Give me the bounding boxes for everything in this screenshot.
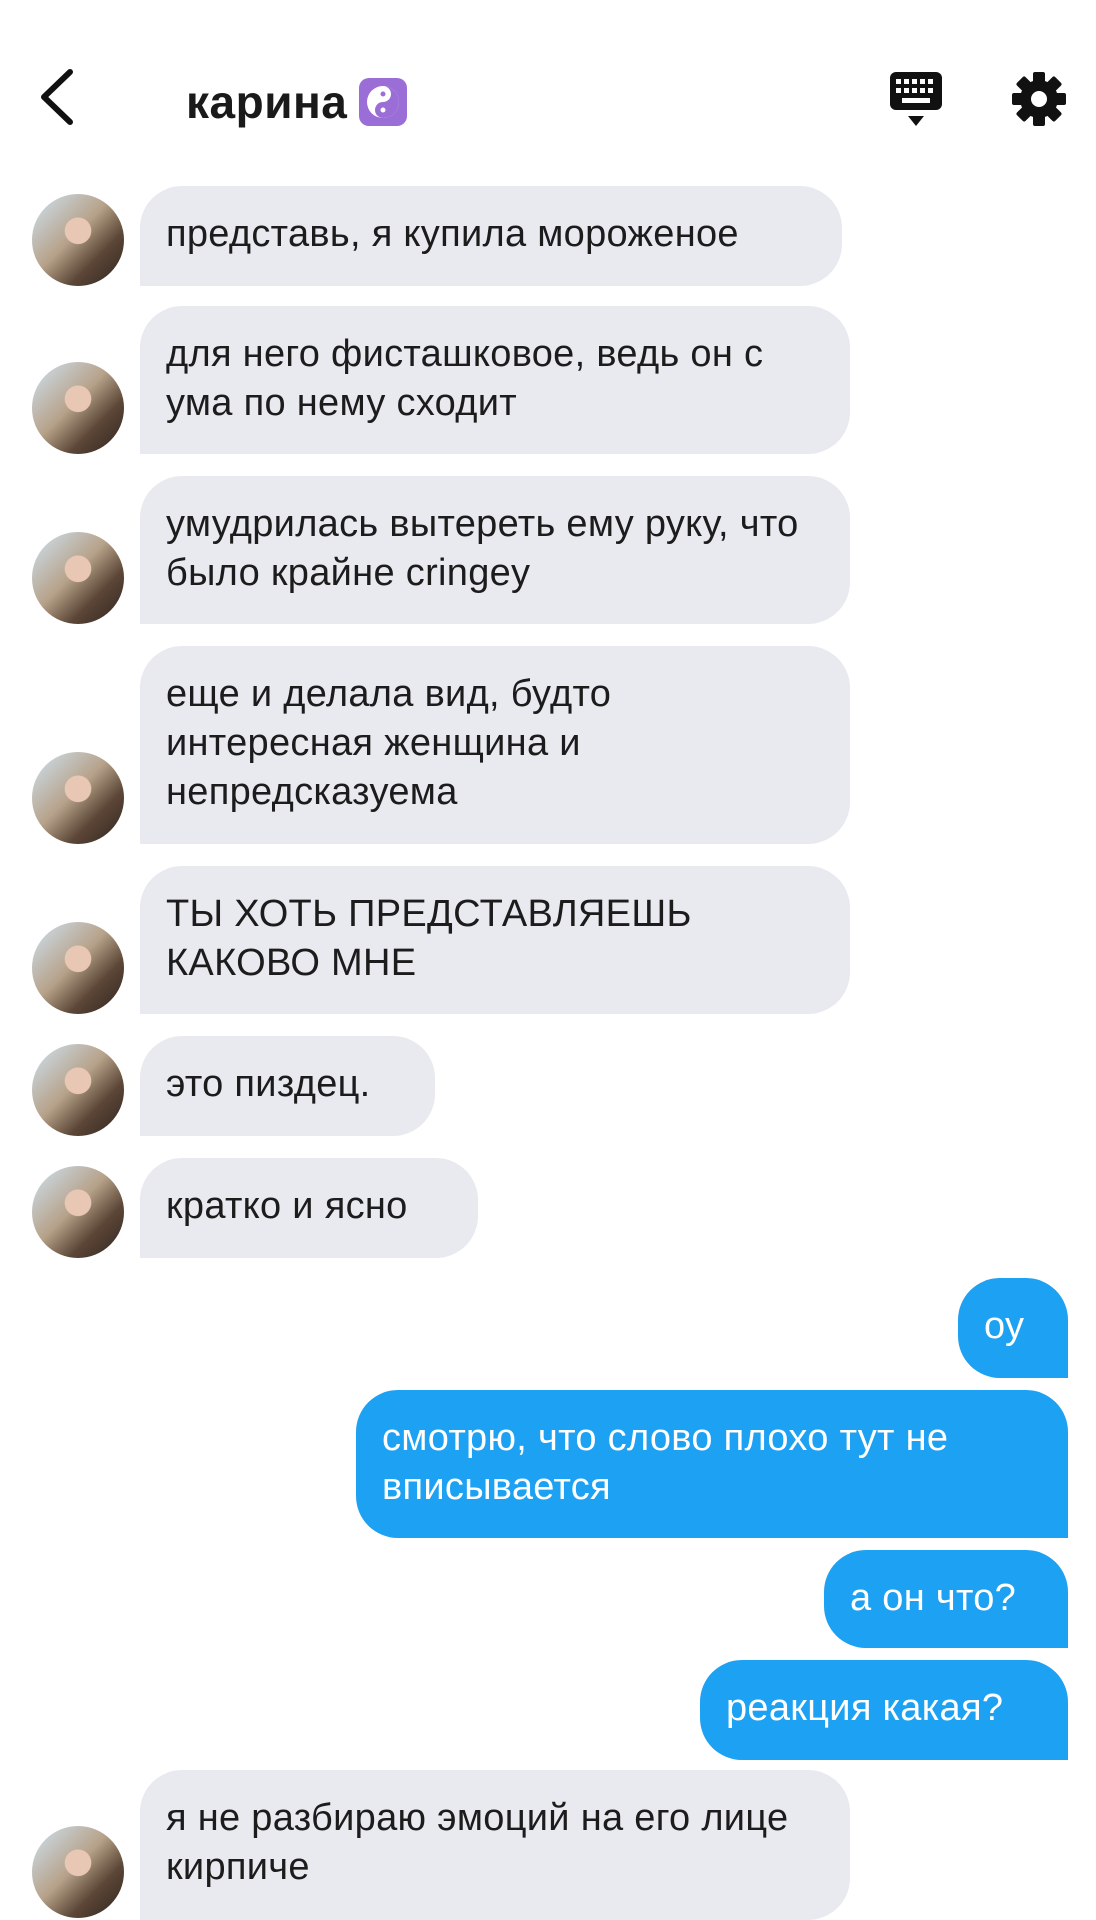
- contact-avatar[interactable]: [32, 1044, 124, 1136]
- chat-header: карина: [0, 0, 1096, 190]
- settings-button[interactable]: [1010, 70, 1068, 128]
- message-bubble-incoming[interactable]: я не разбираю эмоций на его лице кирпиче: [140, 1770, 850, 1920]
- message-bubble-incoming[interactable]: еще и делала вид, будто интересная женщи…: [140, 646, 850, 844]
- contact-name: карина: [186, 76, 348, 128]
- contact-avatar[interactable]: [32, 194, 124, 286]
- message-bubble-incoming[interactable]: представь, я купила мороженое: [140, 186, 842, 286]
- back-button[interactable]: [30, 62, 90, 132]
- message-bubble-incoming[interactable]: для него фисташковое, ведь он с ума по н…: [140, 306, 850, 454]
- gear-icon: [1012, 72, 1066, 126]
- contact-avatar[interactable]: [32, 752, 124, 844]
- message-bubble-incoming[interactable]: кратко и ясно: [140, 1158, 478, 1258]
- chevron-left-icon: [41, 69, 73, 125]
- message-bubble-incoming[interactable]: умудрилась вытереть ему руку, что было к…: [140, 476, 850, 624]
- message-bubble-outgoing[interactable]: смотрю, что слово плохо тут не вписывает…: [356, 1390, 1068, 1538]
- message-bubble-outgoing[interactable]: оу: [958, 1278, 1068, 1378]
- chat-title[interactable]: карина: [186, 72, 408, 132]
- yin-yang-icon: [359, 78, 408, 126]
- message-bubble-incoming[interactable]: ТЫ ХОТЬ ПРЕДСТАВЛЯЕШЬ КАКОВО МНЕ: [140, 866, 850, 1014]
- contact-avatar[interactable]: [32, 1166, 124, 1258]
- keyboard-icon: [890, 72, 942, 126]
- contact-avatar[interactable]: [32, 922, 124, 1014]
- keyboard-button[interactable]: [886, 70, 946, 130]
- contact-avatar[interactable]: [32, 362, 124, 454]
- message-bubble-incoming[interactable]: это пиздец.: [140, 1036, 435, 1136]
- contact-avatar[interactable]: [32, 1826, 124, 1918]
- message-bubble-outgoing[interactable]: а он что?: [824, 1550, 1068, 1648]
- contact-avatar[interactable]: [32, 532, 124, 624]
- message-bubble-outgoing[interactable]: реакция какая?: [700, 1660, 1068, 1760]
